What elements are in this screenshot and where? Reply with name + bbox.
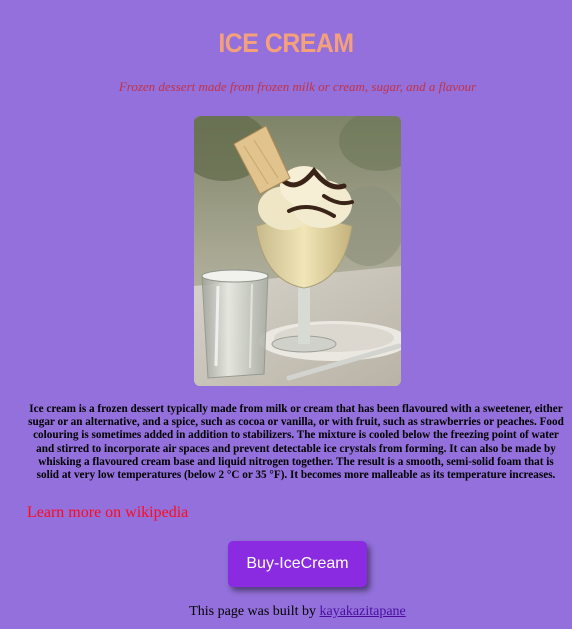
ice-cream-image — [194, 116, 401, 386]
footer-text: This page was built by — [189, 604, 320, 619]
footer: This page was built by kayakazitapane — [0, 604, 572, 620]
buy-icecream-button[interactable]: Buy-IceCream — [228, 541, 367, 587]
wikipedia-link[interactable]: Learn more on wikipedia — [27, 504, 188, 522]
page-title: ICE CREAM — [218, 28, 354, 58]
description-text: Ice cream is a frozen dessert typically … — [28, 403, 564, 482]
page-subtitle: Frozen dessert made from frozen milk or … — [118, 79, 477, 94]
author-link[interactable]: kayakazitapane — [319, 604, 405, 619]
